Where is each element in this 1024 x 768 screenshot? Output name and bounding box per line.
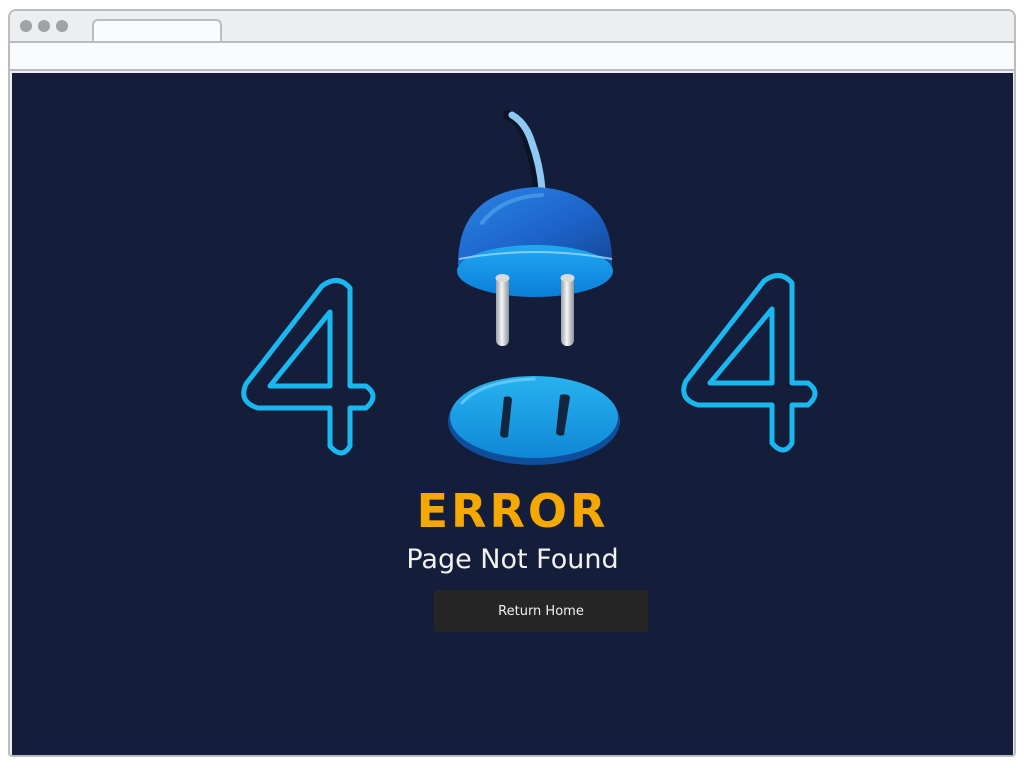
- browser-window: ERROR Page Not Found Return Home: [8, 9, 1016, 757]
- error-404-illustration: [241, 110, 818, 465]
- minimize-window-dot[interactable]: [38, 20, 50, 32]
- digit-4-left: [241, 278, 376, 456]
- address-bar[interactable]: [10, 41, 1014, 71]
- page-viewport: ERROR Page Not Found Return Home: [12, 73, 1013, 755]
- digit-4-right: [681, 273, 818, 453]
- return-home-button[interactable]: Return Home: [434, 590, 648, 632]
- close-window-dot[interactable]: [20, 20, 32, 32]
- socket-icon: [448, 376, 620, 465]
- title-bar: [10, 11, 1014, 43]
- error-title: ERROR: [416, 484, 609, 538]
- browser-tab[interactable]: [92, 19, 222, 43]
- page-not-found-subtitle: Page Not Found: [406, 544, 619, 575]
- maximize-window-dot[interactable]: [56, 20, 68, 32]
- plug-icon: [457, 110, 613, 346]
